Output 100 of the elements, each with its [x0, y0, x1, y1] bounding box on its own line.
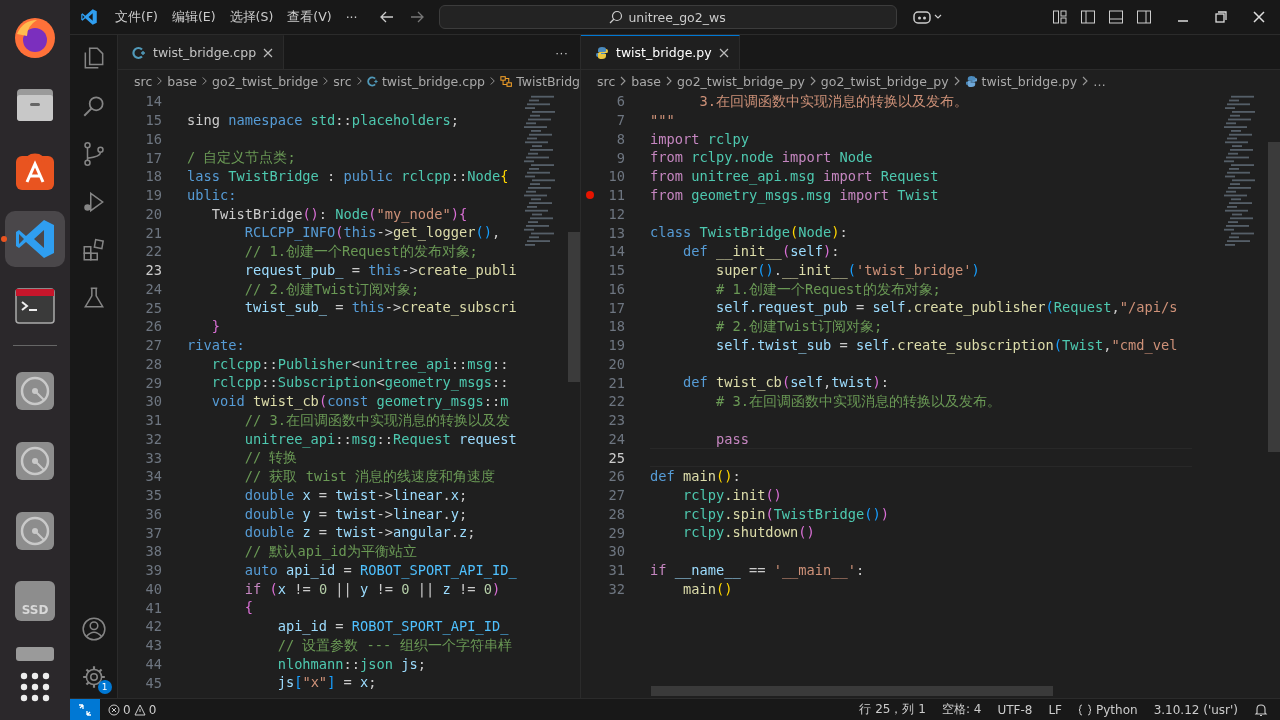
app-grid-icon: [20, 672, 50, 702]
menu-item[interactable]: ···: [338, 5, 365, 29]
command-center-search[interactable]: unitree_go2_ws: [438, 5, 897, 29]
line-number: 28: [607, 505, 625, 522]
code-line: RCLCPP_INFO(this->get_logger(),: [243, 223, 502, 242]
drive-icon[interactable]: [14, 645, 56, 661]
python-file-icon: [964, 74, 978, 88]
code-line: rclpy.init(): [681, 485, 783, 505]
line-number: 21: [144, 224, 162, 241]
breadcrumb-item[interactable]: src: [597, 73, 616, 89]
code-line: rclpy.spin(TwistBridge()): [681, 504, 890, 524]
forward-arrow-icon[interactable]: [408, 9, 425, 25]
line-number: 18: [144, 168, 162, 185]
chevron-icon: [322, 76, 330, 86]
code-line: request_pub_ = this->create_publi: [243, 260, 518, 280]
browser-icon: [13, 16, 57, 60]
chevron-icon: [355, 76, 363, 86]
chevron-icon: [952, 76, 961, 86]
sidebar-toggle-icon[interactable]: [1080, 9, 1096, 25]
code-line: self.twist_sub = self.create_subscription(Twist,"cmd_vel: [714, 335, 1179, 355]
cpp-file-icon: [132, 45, 146, 60]
account-icon[interactable]: [80, 616, 107, 642]
notification-badge: 1: [97, 680, 112, 694]
breadcrumb-item[interactable]: twist_bridge.py: [981, 73, 1078, 89]
cpp-file-icon: [366, 74, 378, 88]
line-number: 19: [144, 187, 162, 204]
back-arrow-icon[interactable]: [378, 9, 395, 25]
line-number: 31: [607, 562, 625, 579]
editor-tab[interactable]: twist_bridge.cpp: [118, 35, 285, 69]
panel-toggle-icon[interactable]: [1108, 9, 1124, 25]
scrollbar-thumb[interactable]: [651, 686, 1053, 696]
code-line: nlohmann::json js;: [276, 654, 427, 674]
bell-icon[interactable]: [1254, 702, 1268, 717]
menu-item[interactable]: 编辑(E): [164, 4, 223, 30]
code-line: twist_sub_ = this->create_subscri: [243, 298, 518, 317]
breadcrumb-item[interactable]: go2_twist_bridge: [212, 73, 319, 89]
breadcrumb-item[interactable]: …: [1093, 73, 1106, 89]
close-icon[interactable]: [263, 47, 274, 58]
code-line: sing namespace std::placeholders;: [187, 110, 460, 130]
line-number: 27: [607, 487, 625, 504]
code-line: # 1.创建一个Request的发布对象;: [714, 279, 942, 299]
code-line: if (x != 0 || y != 0 || z != 0): [243, 579, 502, 599]
breadcrumb-item[interactable]: TwistBridg: [516, 73, 580, 89]
breakpoint-dot[interactable]: [586, 191, 594, 200]
chevron-icon: [489, 76, 497, 86]
menu-item[interactable]: 查看(V): [280, 4, 339, 30]
code-line: // 获取 twist 消息的线速度和角速度: [243, 467, 497, 486]
more-actions-button[interactable]: ···: [543, 35, 580, 69]
line-number: 8: [615, 130, 625, 147]
close-icon[interactable]: [718, 47, 729, 58]
editor-tab[interactable]: twist_bridge.py: [581, 35, 740, 69]
line-number: 15: [607, 262, 625, 279]
line-number: 40: [144, 580, 162, 597]
line-number: 37: [144, 524, 162, 541]
extensions-icon[interactable]: [80, 237, 107, 263]
breadcrumb-item[interactable]: src: [333, 73, 352, 89]
line-number: 43: [144, 637, 162, 654]
code-line: class TwistBridge(Node):: [650, 223, 849, 242]
breadcrumb-item[interactable]: base: [631, 73, 662, 89]
breadcrumb-item[interactable]: src: [134, 73, 153, 89]
line-number: 44: [144, 655, 162, 672]
status-item[interactable]: UTF-8: [989, 702, 1041, 717]
line-number: 30: [607, 543, 625, 560]
code-line: """: [650, 110, 676, 130]
breadcrumb-item[interactable]: go2_twist_bridge_py: [820, 73, 949, 89]
maximize-icon[interactable]: [1214, 10, 1228, 24]
code-line: rivate:: [187, 335, 246, 355]
scrollbar-thumb[interactable]: [568, 232, 580, 382]
secondary-sidebar-icon[interactable]: [1136, 9, 1152, 25]
status-item[interactable]: 3.10.12 ('usr'): [1145, 702, 1246, 717]
menu-item[interactable]: 选择(S): [222, 4, 281, 30]
close-icon[interactable]: [1252, 10, 1266, 24]
breadcrumb-item[interactable]: twist_bridge.cpp: [381, 73, 485, 89]
breadcrumb-item[interactable]: go2_twist_bridge_py: [677, 73, 805, 89]
status-item[interactable]: 空格: 4: [933, 701, 990, 718]
remote-button[interactable]: [70, 699, 100, 720]
chevron-icon: [201, 76, 209, 86]
line-number: 38: [144, 543, 162, 560]
line-number: 11: [607, 187, 625, 204]
line-number: 17: [144, 149, 162, 166]
breadcrumb-item[interactable]: base: [167, 73, 198, 89]
code-line: auto api_id = ROBOT_SPORT_API_ID_: [243, 560, 518, 580]
problems-button[interactable]: 0 0: [100, 702, 165, 717]
status-item[interactable]: LF: [1040, 702, 1070, 717]
line-number: 35: [144, 487, 162, 504]
status-item[interactable]: 行 25，列 1: [851, 701, 934, 718]
code-line: // 2.创建Twist订阅对象;: [243, 279, 421, 299]
layout-icon[interactable]: [1052, 9, 1068, 25]
line-number: 28: [144, 355, 162, 372]
chevron-icon: [1081, 76, 1090, 86]
line-number: 19: [607, 337, 625, 354]
line-number: 16: [607, 280, 625, 297]
menu-item[interactable]: 文件(F): [108, 4, 165, 30]
status-item[interactable]: Python: [1070, 702, 1146, 717]
code-line: def main():: [650, 467, 742, 486]
code-line: rclcpp::Publisher<unitree_api::msg::: [210, 354, 510, 374]
code-editor-icon: [13, 217, 57, 261]
scrollbar-thumb[interactable]: [1268, 142, 1280, 452]
settings-icon[interactable]: [80, 664, 107, 690]
chevron-icon: [619, 76, 628, 86]
